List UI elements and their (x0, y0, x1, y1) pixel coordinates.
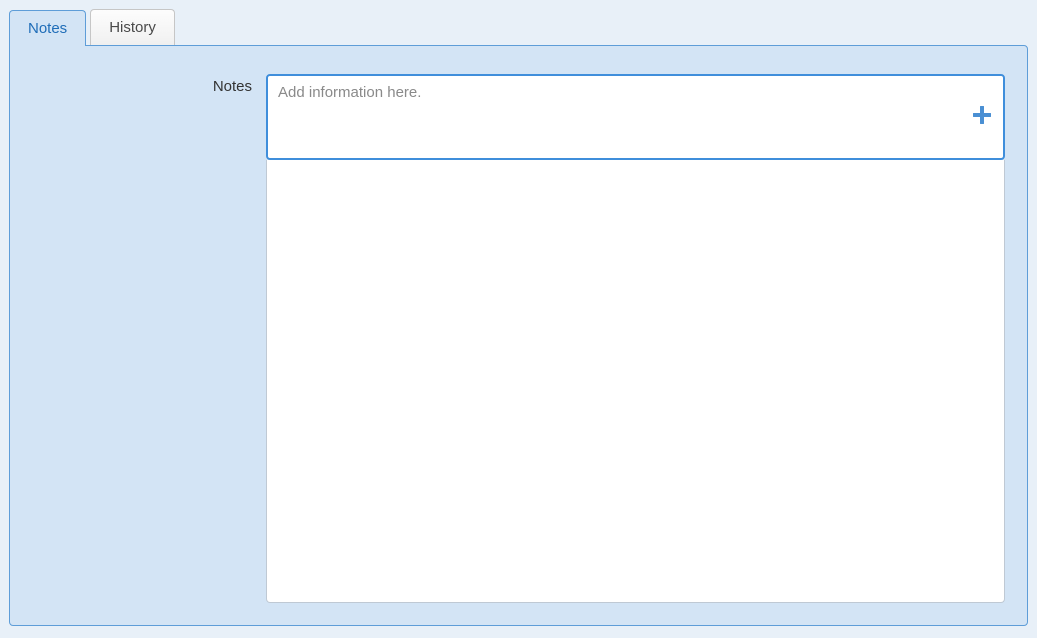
tab-history-label: History (109, 19, 156, 36)
tab-notes[interactable]: Notes (9, 10, 86, 46)
notes-textarea[interactable] (268, 76, 959, 158)
notes-form-row: Notes (32, 74, 1005, 603)
notes-input-container (266, 74, 1005, 160)
tab-bar: Notes History (9, 9, 1028, 45)
add-note-button[interactable] (969, 104, 995, 130)
notes-panel: Notes (9, 45, 1028, 626)
plus-icon (971, 104, 993, 131)
tab-notes-label: Notes (28, 20, 67, 37)
tab-history[interactable]: History (90, 9, 175, 45)
notes-field-label: Notes (32, 74, 252, 95)
notes-list-area[interactable] (266, 160, 1005, 603)
notes-field-column (266, 74, 1005, 603)
